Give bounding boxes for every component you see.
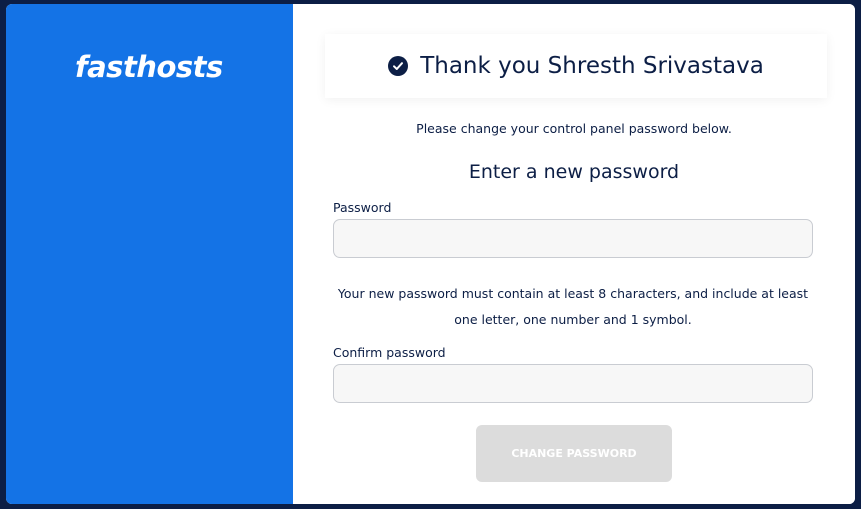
password-form-panel: Thank you Shresth Srivastava Please chan… bbox=[293, 4, 855, 504]
password-requirements: Your new password must contain at least … bbox=[337, 286, 809, 327]
change-password-button[interactable]: CHANGE PASSWORD bbox=[476, 425, 672, 482]
app-window: fasthosts Thank you Shresth Srivastava P… bbox=[6, 4, 855, 504]
confirm-password-label: Confirm password bbox=[333, 345, 446, 360]
form-intro: Please change your control panel passwor… bbox=[416, 121, 732, 136]
thank-you-message: Thank you Shresth Srivastava bbox=[420, 53, 764, 79]
fasthosts-logo: fasthosts bbox=[75, 50, 223, 84]
password-input[interactable] bbox=[333, 219, 813, 258]
brand-sidebar: fasthosts bbox=[6, 4, 293, 504]
form-heading: Enter a new password bbox=[468, 161, 680, 183]
confirm-password-input[interactable] bbox=[333, 364, 813, 403]
password-label: Password bbox=[333, 200, 392, 215]
thank-you-banner: Thank you Shresth Srivastava bbox=[325, 34, 827, 98]
check-circle-icon bbox=[388, 56, 409, 76]
